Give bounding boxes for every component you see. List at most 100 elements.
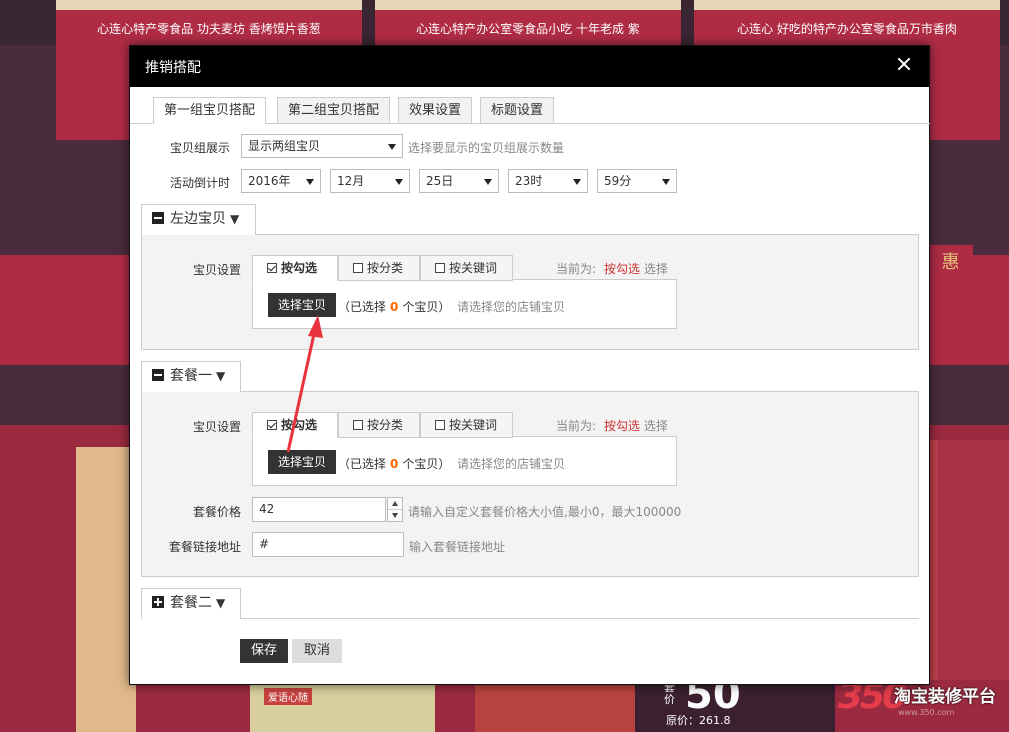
checkbox-icon: [267, 263, 277, 273]
current-mode-suffix: 选择: [643, 419, 668, 433]
product-title: 心连心特产零食品 功夫麦坊 香烤馍片香葱: [97, 22, 321, 36]
current-mode: 当前为: 按勾选 选择: [556, 417, 668, 434]
price-label: 套价: [664, 681, 675, 706]
chevron-down-icon: ▼: [230, 212, 240, 226]
section-title: 套餐一: [170, 368, 212, 384]
group-display-hint: 选择要显示的宝贝组展示数量: [408, 141, 565, 155]
item-setting-label: 宝贝设置: [193, 263, 242, 277]
collapse-icon: [152, 212, 164, 224]
tab-by-keyword[interactable]: 按关键词: [420, 412, 513, 438]
tab-by-category[interactable]: 按分类: [338, 412, 420, 438]
current-mode-value: 按勾选: [604, 419, 641, 433]
current-mode: 当前为: 按勾选 选择: [556, 260, 668, 277]
package-price-input[interactable]: 42: [252, 497, 386, 522]
select-items-button[interactable]: 选择宝贝: [268, 450, 336, 474]
day-value: 25日: [426, 174, 454, 188]
selected-suffix: 个宝贝）: [402, 457, 451, 471]
main-tabs: 第一组宝贝搭配 第二组宝贝搭配 效果设置 标题设置: [130, 97, 930, 124]
minute-value: 59分: [604, 174, 632, 188]
selected-suffix: 个宝贝）: [402, 300, 451, 314]
save-button[interactable]: 保存: [240, 639, 288, 663]
hour-value: 23时: [515, 174, 543, 188]
select-items-hint: 请选择您的店铺宝贝: [457, 300, 566, 314]
price-stepper[interactable]: [387, 497, 403, 522]
product-image: [56, 0, 362, 10]
countdown-minute-select[interactable]: 59分: [597, 169, 677, 193]
logo-url: www.350.com: [898, 708, 955, 717]
tab-by-category[interactable]: 按分类: [338, 255, 420, 281]
product-title: 心连心 好吃的特产办公室零食品万市香肉: [737, 22, 957, 36]
current-mode-prefix: 当前为:: [556, 419, 597, 433]
checkbox-icon: [353, 420, 363, 430]
tab-group-one[interactable]: 第一组宝贝搭配: [153, 97, 267, 124]
tab-group-two[interactable]: 第二组宝贝搭配: [277, 97, 391, 124]
chevron-down-icon: ▼: [216, 369, 226, 383]
tab-by-check[interactable]: 按勾选: [252, 255, 338, 281]
month-value: 12月: [337, 174, 365, 188]
stepper-up-icon[interactable]: [392, 501, 398, 506]
chevron-down-icon: [306, 179, 314, 185]
stepper-down-icon[interactable]: [392, 513, 398, 518]
product-image: [76, 447, 136, 732]
select-items-hint: 请选择您的店铺宝贝: [457, 457, 566, 471]
checkbox-icon: [267, 420, 277, 430]
dialog-header: 推销搭配: [130, 46, 929, 87]
checkbox-icon: [435, 420, 445, 430]
product-title: 心连心特产办公室零食品小吃 十年老成 紫: [416, 22, 640, 36]
package-link-label: 套餐链接地址: [169, 540, 242, 554]
group-display-label: 宝贝组展示: [170, 141, 231, 155]
collapse-icon: [152, 369, 164, 381]
package-one-section-toggle[interactable]: 套餐一 ▼: [141, 361, 241, 392]
stepper-divider: [388, 509, 402, 510]
product-image: [375, 0, 681, 10]
bundle-settings-dialog: 推销搭配 第一组宝贝搭配 第二组宝贝搭配 效果设置 标题设置 宝贝组展示 显示两…: [129, 45, 930, 685]
chevron-down-icon: [662, 179, 670, 185]
item-setting-label: 宝贝设置: [193, 420, 242, 434]
tab-by-check[interactable]: 按勾选: [252, 412, 338, 438]
tab-by-keyword[interactable]: 按关键词: [420, 255, 513, 281]
select-items-button[interactable]: 选择宝贝: [268, 293, 336, 317]
section-title: 套餐二: [170, 595, 212, 611]
countdown-month-select[interactable]: 12月: [330, 169, 410, 193]
group-display-select[interactable]: 显示两组宝贝: [241, 134, 403, 158]
selected-prefix: （已选择: [338, 457, 387, 471]
product-image: [475, 683, 635, 732]
decorative-pattern: [928, 440, 1009, 680]
product-image: [694, 0, 1000, 10]
current-mode-prefix: 当前为:: [556, 262, 597, 276]
promo-tag: 惠: [928, 245, 973, 285]
chevron-down-icon: ▼: [216, 596, 226, 610]
chevron-down-icon: [395, 179, 403, 185]
box-label: 爱语心随: [264, 688, 312, 705]
selected-number: 0: [390, 300, 399, 314]
chevron-down-icon: [388, 144, 396, 150]
selected-prefix: （已选择: [338, 300, 387, 314]
close-icon[interactable]: [893, 54, 915, 76]
chevron-down-icon: [484, 179, 492, 185]
divider: [141, 618, 919, 619]
checkbox-icon: [435, 263, 445, 273]
tab-effect-settings[interactable]: 效果设置: [398, 97, 473, 124]
section-title: 左边宝贝: [170, 211, 226, 227]
cancel-button[interactable]: 取消: [292, 639, 342, 663]
package-link-hint: 输入套餐链接地址: [409, 540, 506, 554]
countdown-label: 活动倒计时: [170, 176, 231, 190]
logo-text: 淘宝装修平台: [894, 687, 996, 707]
countdown-hour-select[interactable]: 23时: [508, 169, 588, 193]
selected-number: 0: [390, 457, 399, 471]
chevron-down-icon: [573, 179, 581, 185]
checkbox-icon: [353, 263, 363, 273]
tab-label: 按关键词: [449, 418, 498, 432]
package-link-input[interactable]: #: [252, 532, 404, 557]
countdown-day-select[interactable]: 25日: [419, 169, 499, 193]
left-items-section-toggle[interactable]: 左边宝贝 ▼: [141, 204, 256, 235]
tab-title-settings[interactable]: 标题设置: [480, 97, 555, 124]
original-price: 原价：261.8: [666, 714, 731, 727]
selected-count: （已选择 0 个宝贝）: [338, 298, 450, 315]
year-value: 2016年: [248, 174, 291, 188]
dialog-title: 推销搭配: [145, 60, 201, 76]
package-price-hint: 请输入自定义套餐价格大小值,最小0，最大100000: [408, 505, 682, 519]
package-two-section-toggle[interactable]: 套餐二 ▼: [141, 588, 241, 619]
group-display-value: 显示两组宝贝: [248, 139, 321, 153]
countdown-year-select[interactable]: 2016年: [241, 169, 321, 193]
